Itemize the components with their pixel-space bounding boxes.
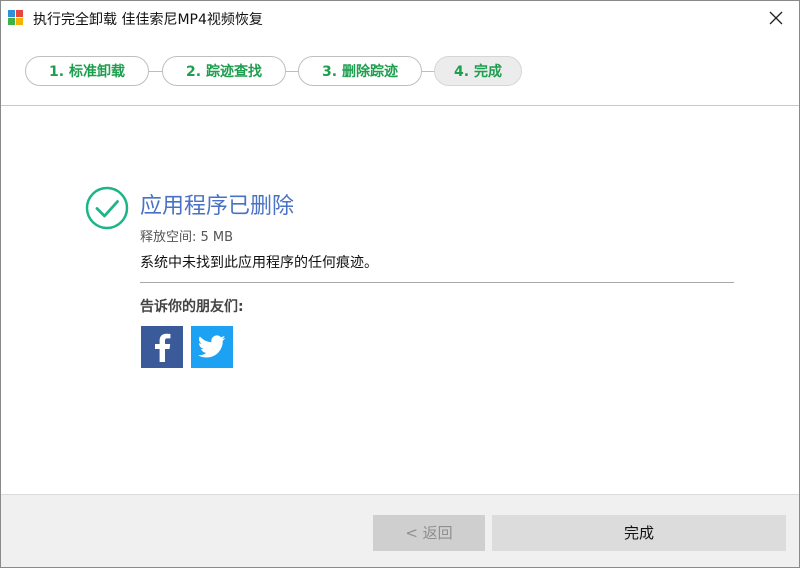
finish-button[interactable]: 完成 — [492, 515, 786, 551]
close-icon — [769, 11, 783, 25]
divider — [140, 282, 734, 283]
title-bar: 执行完全卸载 佳佳索尼MP4视频恢复 — [1, 1, 799, 37]
result-title: 应用程序已删除 — [140, 194, 295, 219]
check-circle-icon — [85, 186, 129, 230]
twitter-share-button[interactable] — [191, 326, 233, 368]
share-label: 告诉你的朋友们: — [140, 299, 244, 315]
twitter-icon — [198, 335, 226, 358]
step-finish[interactable]: 4. 完成 — [434, 56, 522, 86]
app-icon — [8, 10, 24, 26]
window-title: 执行完全卸载 佳佳索尼MP4视频恢复 — [33, 12, 263, 28]
freed-space-text: 释放空间: 5 MB — [140, 230, 234, 245]
step-trace-search[interactable]: 2. 踪迹查找 — [162, 56, 286, 86]
facebook-icon — [155, 333, 171, 362]
step-delete-traces[interactable]: 3. 删除踪迹 — [298, 56, 422, 86]
back-button[interactable]: < 返回 — [373, 515, 485, 551]
traces-message: 系统中未找到此应用程序的任何痕迹。 — [140, 255, 378, 271]
steps-bar: 1. 标准卸载 2. 踪迹查找 3. 删除踪迹 4. 完成 — [1, 37, 799, 106]
result-panel: 应用程序已删除 释放空间: 5 MB 系统中未找到此应用程序的任何痕迹。 告诉你… — [1, 106, 799, 494]
uninstall-window: 执行完全卸载 佳佳索尼MP4视频恢复 1. 标准卸载 2. 踪迹查找 3. 删除… — [0, 0, 800, 568]
footer-bar: < 返回 完成 — [1, 494, 799, 567]
facebook-share-button[interactable] — [141, 326, 183, 368]
close-button[interactable] — [753, 1, 799, 35]
step-standard-uninstall[interactable]: 1. 标准卸载 — [25, 56, 149, 86]
